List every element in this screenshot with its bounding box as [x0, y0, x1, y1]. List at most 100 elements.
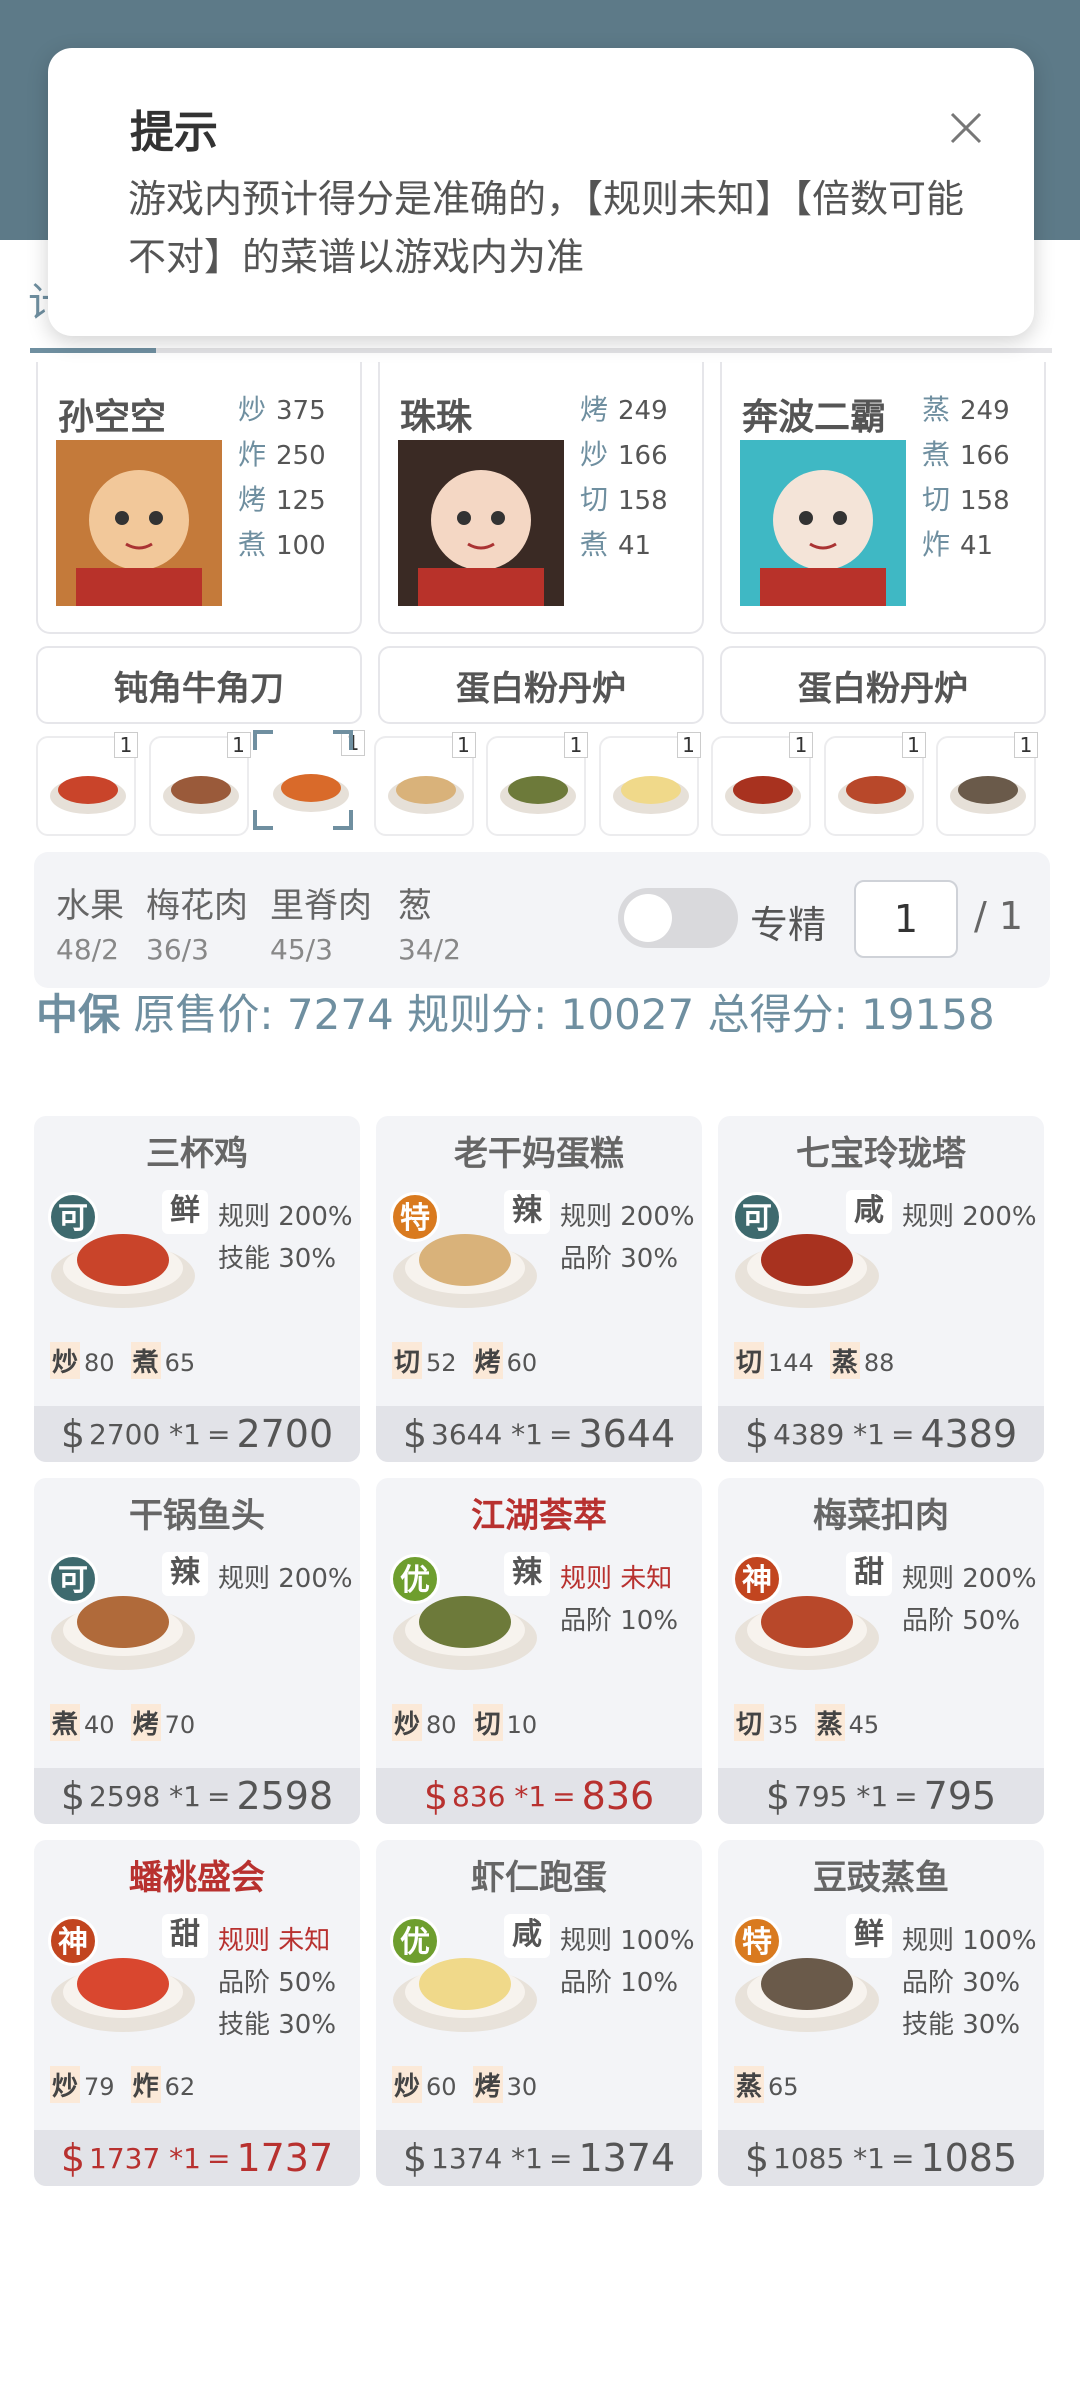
chef-card[interactable]: 珠珠 烤 249 炒 166 切 158 煮 41 [378, 362, 704, 634]
quantity-input[interactable]: 1 [854, 880, 958, 958]
price-result: 2598 [236, 1774, 334, 1818]
dollar-icon: $ [60, 1412, 85, 1456]
chef-name: 奔波二霸 [742, 397, 887, 438]
recipe-thumbnail[interactable]: 1 [936, 732, 1038, 836]
requirement-skill: 蒸 [829, 1342, 860, 1379]
skill-name: 烤 [580, 393, 609, 426]
selection-bracket [253, 810, 273, 830]
recipe-thumbnail[interactable]: 1 [148, 732, 251, 836]
chef-skill: 炸 41 [922, 523, 1010, 568]
recipe-quantity: 1 [789, 732, 813, 758]
dish-card[interactable]: 七宝玲珑塔可 咸规则 200% 切 144 蒸 88 $4389 *1 = 4389 [718, 1116, 1044, 1462]
dish-icon [162, 776, 239, 814]
dollar-icon: $ [402, 1412, 427, 1456]
bonus-line: 品阶 50% [902, 1606, 1021, 1636]
requirement-skill: 炸 [130, 2066, 161, 2103]
dish-card[interactable]: 蟠桃盛会神 甜规则 未知 品阶 50% 技能 30% 炒 79 炸 62 $1737 *1 = 17… [34, 1840, 360, 2186]
chef-name: 珠珠 [400, 397, 473, 438]
dish-name: 老干妈蛋糕 [454, 1134, 624, 1174]
bonus-line: 规则 未知 [560, 1564, 673, 1594]
chef-portrait [740, 440, 906, 606]
dish-card[interactable]: 江湖荟萃优 辣规则 未知 品阶 10% 炒 80 切 10 $836 *1 = 836 [376, 1478, 702, 1824]
recipe-thumbnail[interactable]: 1 [36, 732, 138, 836]
recipe-thumbnail[interactable]: 1 [486, 732, 588, 836]
dish-card[interactable]: 梅菜扣肉神 甜规则 200% 品阶 50% 切 35 蒸 45 $795 *1 = 795 [718, 1478, 1044, 1824]
selection-bracket [333, 810, 353, 830]
dish-card[interactable]: 老干妈蛋糕特 辣规则 200% 品阶 30% 切 52 烤 60 $3644 *1 = 3644 [376, 1116, 702, 1462]
requirement-value: 60 [506, 1349, 538, 1377]
skill-name: 炸 [922, 528, 951, 561]
specialize-toggle[interactable] [618, 888, 738, 948]
chef-card[interactable]: 孙空空 炒 375 炸 250 烤 125 煮 100 [36, 362, 362, 634]
requirement-value: 80 [426, 1711, 457, 1739]
dish-price: $2598 *1 = 2598 [34, 1768, 360, 1824]
skill-value: 249 [960, 396, 1010, 426]
toggle-knob [624, 894, 672, 942]
rank-badge: 可 [732, 1192, 782, 1242]
requirement-skill: 蒸 [734, 2066, 765, 2103]
bonus-line: 规则 200% [218, 1564, 353, 1594]
recipe-thumbnail[interactable]: 1 [823, 732, 926, 836]
rule-score-label: 规则分: [407, 990, 548, 1039]
skill-requirement: 切 52 [392, 1342, 457, 1379]
equipment-slot[interactable]: 蛋白粉丹炉 [378, 646, 704, 724]
dollar-icon: $ [60, 2136, 85, 2180]
requirement-skill: 炒 [392, 2066, 423, 2103]
dish-icon [273, 774, 349, 812]
recipe-quantity: 1 [901, 732, 926, 758]
bonus-line: 规则 200% [560, 1202, 695, 1232]
skill-value: 166 [960, 441, 1010, 471]
recipe-quantity: 1 [1014, 732, 1038, 758]
chef-name: 孙空空 [58, 397, 167, 438]
tab-underline-active [30, 348, 156, 353]
skill-requirement: 炸 62 [130, 2066, 196, 2103]
requirement-value: 45 [848, 1711, 880, 1739]
chef-card[interactable]: 奔波二霸 蒸 249 煮 166 切 158 炸 41 [720, 362, 1046, 634]
dialog-message: 游戏内预计得分是准确的，【规则未知】【倍数可能不对】的菜谱以游戏内为准 [128, 177, 965, 279]
recipe-thumbnail[interactable]: 1 [253, 730, 365, 836]
selection-bracket [333, 730, 353, 750]
dish-card[interactable]: 三杯鸡可 鲜规则 200% 技能 30% 炒 80 煮 65 $2700 *1 = 2700 [34, 1116, 360, 1462]
rank-badge: 神 [732, 1554, 782, 1604]
requirement-value: 79 [84, 2073, 115, 2101]
skill-name: 炸 [238, 438, 267, 471]
requirement-value: 144 [768, 1349, 814, 1377]
price-calculation: 4389 *1 [773, 1417, 885, 1451]
dish-card[interactable]: 豆豉蒸鱼特 鲜规则 100% 品阶 30% 技能 30% 蒸 65 $1085 *1 = 108… [718, 1840, 1044, 2186]
recipe-thumbnail[interactable]: 1 [598, 732, 701, 836]
dish-card[interactable]: 干锅鱼头可 辣规则 200% 煮 40 烤 70 $2598 *1 = 2598 [34, 1478, 360, 1824]
chef-skill: 煮 41 [580, 523, 668, 568]
material-quantity: 45/3 [270, 933, 333, 966]
material-name: 梅花肉 [146, 886, 248, 926]
equipment-slot[interactable]: 钝角牛角刀 [36, 646, 362, 724]
equipment-slot[interactable]: 蛋白粉丹炉 [720, 646, 1046, 724]
requirement-skill: 炒 [50, 2066, 81, 2103]
dish-name: 江湖荟萃 [471, 1496, 607, 1536]
skill-requirement: 烤 70 [130, 1704, 195, 1741]
rule-score: 10027 [560, 990, 695, 1039]
skill-name: 煮 [580, 528, 609, 561]
skill-value: 100 [276, 531, 326, 561]
requirement-skill: 切 [472, 1704, 503, 1741]
recipe-thumbnail[interactable]: 1 [373, 732, 476, 836]
skill-requirement: 烤 30 [472, 2066, 537, 2103]
equals-sign: = [206, 2141, 231, 2175]
dish-card[interactable]: 虾仁跑蛋优 咸规则 100% 品阶 10% 炒 60 烤 30 $1374 *1 = 1374 [376, 1840, 702, 2186]
dish-price: $3644 *1 = 3644 [376, 1406, 702, 1462]
price-result: 3644 [578, 1412, 676, 1456]
price-calculation: 795 *1 [794, 1779, 889, 1813]
close-icon[interactable] [944, 106, 988, 150]
dollar-icon: $ [744, 1412, 769, 1456]
skill-value: 125 [276, 486, 326, 516]
requirement-skill: 炒 [50, 1342, 81, 1379]
material-item: 葱 34/2 [398, 878, 461, 966]
recipe-thumbnail[interactable]: 1 [711, 732, 813, 836]
recipe-quantity: 1 [451, 732, 476, 758]
skill-name: 切 [922, 483, 951, 516]
requirement-value: 62 [164, 2073, 196, 2101]
dish-requirements: 蒸 65 [734, 2066, 815, 2103]
requirement-value: 88 [863, 1349, 895, 1377]
material-name: 葱 [398, 886, 432, 926]
dish-name: 虾仁跑蛋 [471, 1858, 607, 1898]
dish-bonus: 规则 200% 技能 30% [218, 1196, 353, 1280]
